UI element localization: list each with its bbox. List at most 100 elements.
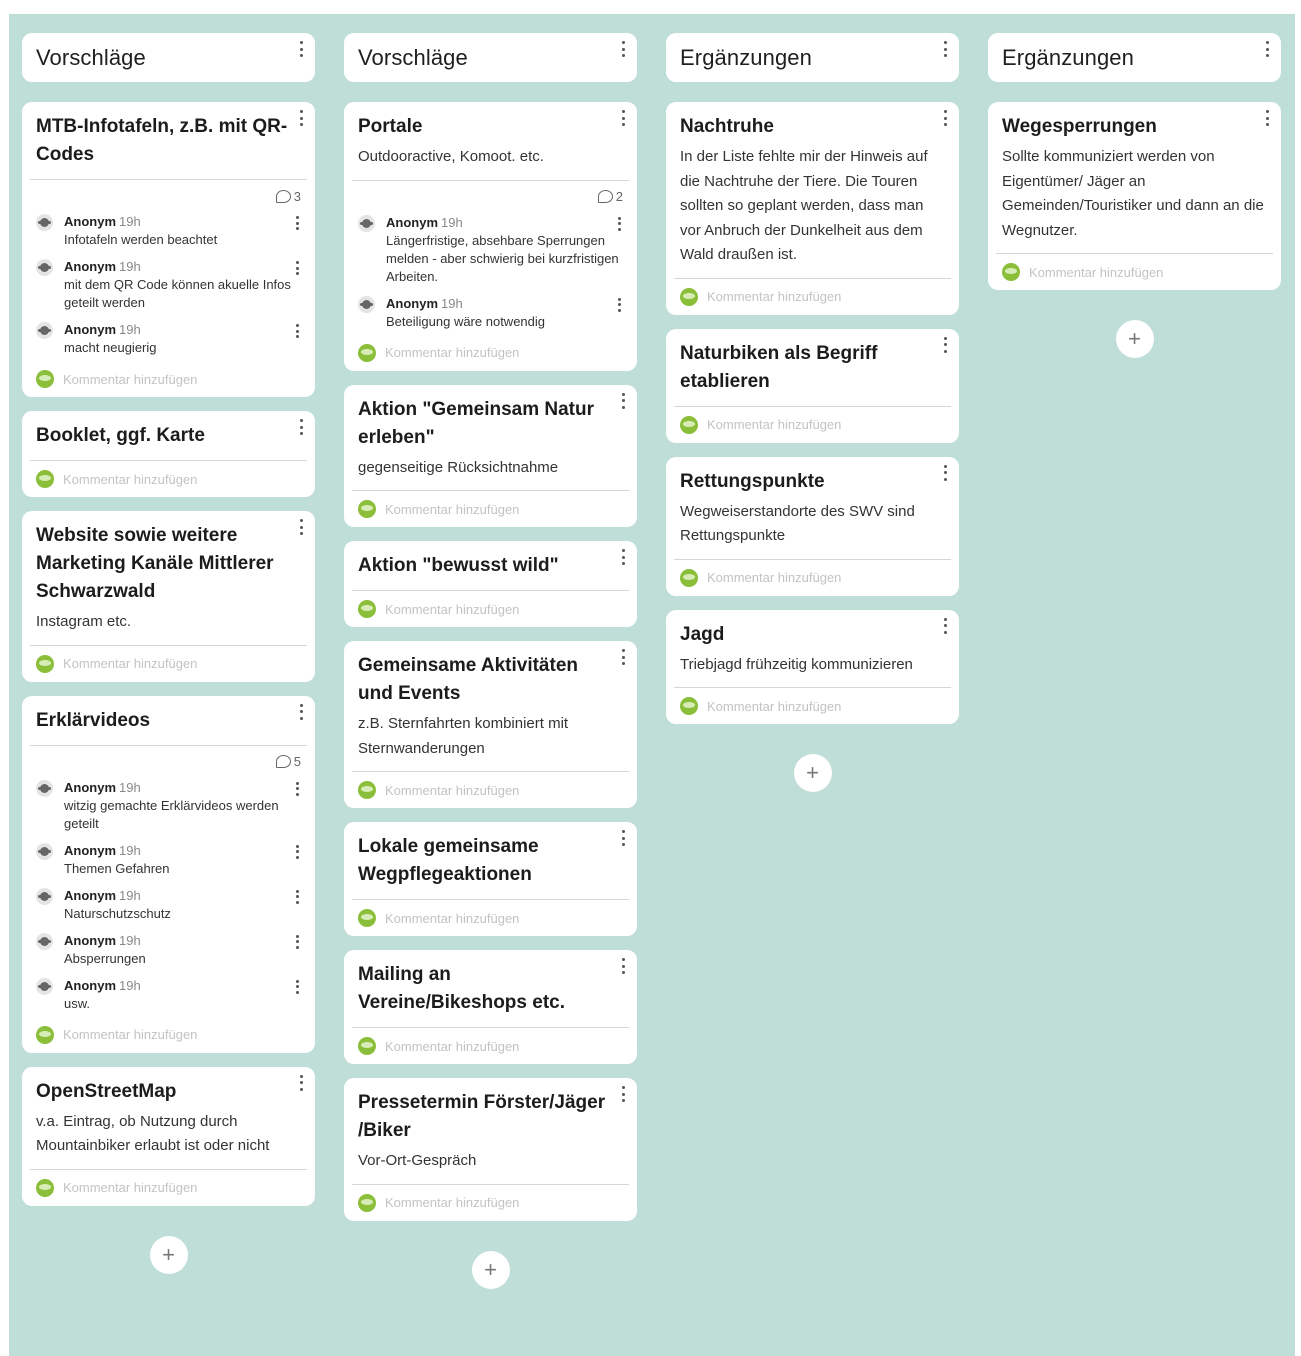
post-card[interactable]: Naturbiken als Begriff etablieren Komment… (666, 328, 959, 443)
dot (617, 216, 621, 220)
post-card[interactable]: Portale Outdooractive, Komoot. etc. 2 Anony… (344, 102, 637, 371)
post-card[interactable]: Booklet, ggf. Karte Kommentar hinzufügen (22, 411, 315, 497)
add-comment-placeholder[interactable]: Kommentar hinzufügen (385, 602, 519, 617)
more-options-icon[interactable] (297, 703, 305, 720)
more-options-icon[interactable] (293, 324, 301, 338)
add-comment-field[interactable]: Kommentar hinzufügen (1002, 254, 1267, 290)
add-comment-placeholder[interactable]: Kommentar hinzufügen (63, 656, 197, 671)
post-card[interactable]: OpenStreetMap v.a. Eintrag, ob Nutzung du… (22, 1066, 315, 1206)
more-options-icon[interactable] (297, 1074, 305, 1091)
add-card-button[interactable]: + (149, 1235, 188, 1274)
dot (621, 392, 625, 396)
add-comment-field[interactable]: Kommentar hinzufügen (358, 335, 623, 371)
more-options-icon[interactable] (941, 41, 949, 57)
more-options-icon[interactable] (293, 261, 301, 275)
add-comment-field[interactable]: Kommentar hinzufügen (680, 279, 945, 315)
more-options-icon[interactable] (293, 216, 301, 230)
post-card[interactable]: Aktion "Gemeinsam Natur erleben" gegensei… (344, 384, 637, 527)
comment-count[interactable]: 3 (36, 184, 301, 208)
add-comment-field[interactable]: Kommentar hinzufügen (358, 491, 623, 527)
add-card-button[interactable]: + (793, 754, 832, 792)
add-comment-placeholder[interactable]: Kommentar hinzufügen (63, 372, 197, 387)
dot (621, 830, 625, 833)
more-options-icon[interactable] (941, 336, 949, 353)
more-options-icon[interactable] (941, 110, 949, 126)
add-comment-placeholder[interactable]: Kommentar hinzufügen (385, 911, 519, 926)
add-comment-field[interactable]: Kommentar hinzufügen (36, 1170, 301, 1206)
more-options-icon[interactable] (619, 1086, 627, 1102)
add-comment-placeholder[interactable]: Kommentar hinzufügen (707, 570, 841, 585)
more-options-icon[interactable] (619, 110, 627, 126)
dot (299, 47, 303, 51)
add-comment-placeholder[interactable]: Kommentar hinzufügen (385, 1039, 519, 1054)
more-options-icon[interactable] (293, 934, 301, 949)
more-options-icon[interactable] (293, 979, 301, 994)
dot (1265, 41, 1269, 44)
post-card[interactable]: Nachtruhe In der Liste fehlte mir der Hin… (666, 102, 959, 315)
add-comment-field[interactable]: Kommentar hinzufügen (36, 461, 301, 497)
more-options-icon[interactable] (1263, 110, 1271, 126)
add-comment-field[interactable]: Kommentar hinzufügen (680, 560, 945, 596)
add-comment-placeholder[interactable]: Kommentar hinzufügen (385, 345, 519, 360)
more-options-icon[interactable] (941, 464, 949, 481)
post-card[interactable]: Rettungspunkte Wegweiserstandorte des SWV… (666, 456, 959, 596)
post-card[interactable]: Pressetermin Förster/Jäger /Biker Vor-Ort… (344, 1078, 637, 1221)
dot (621, 110, 625, 113)
comment-time: 19h (119, 214, 141, 229)
post-card[interactable]: Aktion "bewusst wild" Kommentar hinzufüge… (344, 541, 637, 627)
add-comment-field[interactable]: Kommentar hinzufügen (36, 361, 301, 397)
post-card[interactable]: Jagd Triebjagd frühzeitig kommunizieren Ko… (666, 609, 959, 724)
more-options-icon[interactable] (619, 549, 627, 565)
more-options-icon[interactable] (619, 649, 627, 665)
more-options-icon[interactable] (293, 781, 301, 796)
add-comment-field[interactable]: Kommentar hinzufügen (36, 646, 301, 682)
more-options-icon[interactable] (297, 110, 305, 126)
add-comment-placeholder[interactable]: Kommentar hinzufügen (63, 1180, 197, 1195)
comment-count[interactable]: 5 (36, 750, 301, 774)
more-options-icon[interactable] (619, 41, 627, 57)
add-card-button[interactable]: + (1115, 320, 1154, 358)
post-card[interactable]: Mailing an Vereine/Bikeshops etc. Komment… (344, 950, 637, 1064)
add-comment-field[interactable]: Kommentar hinzufügen (680, 407, 945, 443)
dot (621, 54, 625, 57)
add-comment-placeholder[interactable]: Kommentar hinzufügen (1029, 265, 1163, 280)
more-options-icon[interactable] (293, 889, 301, 904)
add-comment-placeholder[interactable]: Kommentar hinzufügen (63, 472, 197, 487)
post-card[interactable]: Wegesperrungen Sollte kommuniziert werden… (988, 102, 1281, 290)
add-comment-field[interactable]: Kommentar hinzufügen (358, 1185, 623, 1221)
more-options-icon[interactable] (619, 958, 627, 974)
add-comment-placeholder[interactable]: Kommentar hinzufügen (707, 289, 841, 304)
add-comment-field[interactable]: Kommentar hinzufügen (358, 772, 623, 808)
card-title: Erklärvideos (36, 709, 151, 731)
post-card[interactable]: Website sowie weitere Marketing Kanäle M… (22, 511, 315, 682)
more-options-icon[interactable] (297, 41, 305, 57)
more-options-icon[interactable] (615, 216, 623, 231)
more-options-icon[interactable] (293, 844, 301, 859)
add-comment-placeholder[interactable]: Kommentar hinzufügen (63, 1027, 197, 1042)
add-comment-placeholder[interactable]: Kommentar hinzufügen (385, 783, 519, 798)
add-comment-field[interactable]: Kommentar hinzufügen (358, 1028, 623, 1064)
more-options-icon[interactable] (297, 419, 305, 435)
post-card[interactable]: Erklärvideos 5 Anonym 19h witzig gemachte Er… (22, 695, 315, 1053)
add-comment-placeholder[interactable]: Kommentar hinzufügen (707, 417, 841, 432)
comment: Anonym 19h Naturschutzschutz (36, 882, 301, 927)
add-comment-field[interactable]: Kommentar hinzufügen (358, 591, 623, 627)
add-comment-field[interactable]: Kommentar hinzufügen (36, 1017, 301, 1053)
add-comment-placeholder[interactable]: Kommentar hinzufügen (385, 502, 519, 517)
post-card[interactable]: MTB-Infotafeln, z.B. mit QR-Codes 3 Anonym… (22, 102, 315, 397)
comment-time: 19h (119, 887, 141, 903)
add-comment-placeholder[interactable]: Kommentar hinzufügen (385, 1195, 519, 1210)
more-options-icon[interactable] (615, 297, 623, 312)
comment-count[interactable]: 2 (358, 185, 623, 209)
more-options-icon[interactable] (1263, 41, 1271, 57)
add-comment-field[interactable]: Kommentar hinzufügen (358, 900, 623, 936)
more-options-icon[interactable] (941, 617, 949, 634)
more-options-icon[interactable] (619, 392, 627, 409)
add-card-button[interactable]: + (471, 1250, 510, 1289)
post-card[interactable]: Gemeinsame Aktivitäten und Events z.B. St… (344, 641, 637, 808)
add-comment-placeholder[interactable]: Kommentar hinzufügen (707, 699, 841, 714)
more-options-icon[interactable] (619, 830, 627, 846)
more-options-icon[interactable] (297, 519, 305, 535)
post-card[interactable]: Lokale gemeinsame Wegpflegeaktionen Komme… (344, 822, 637, 936)
add-comment-field[interactable]: Kommentar hinzufügen (680, 688, 945, 724)
